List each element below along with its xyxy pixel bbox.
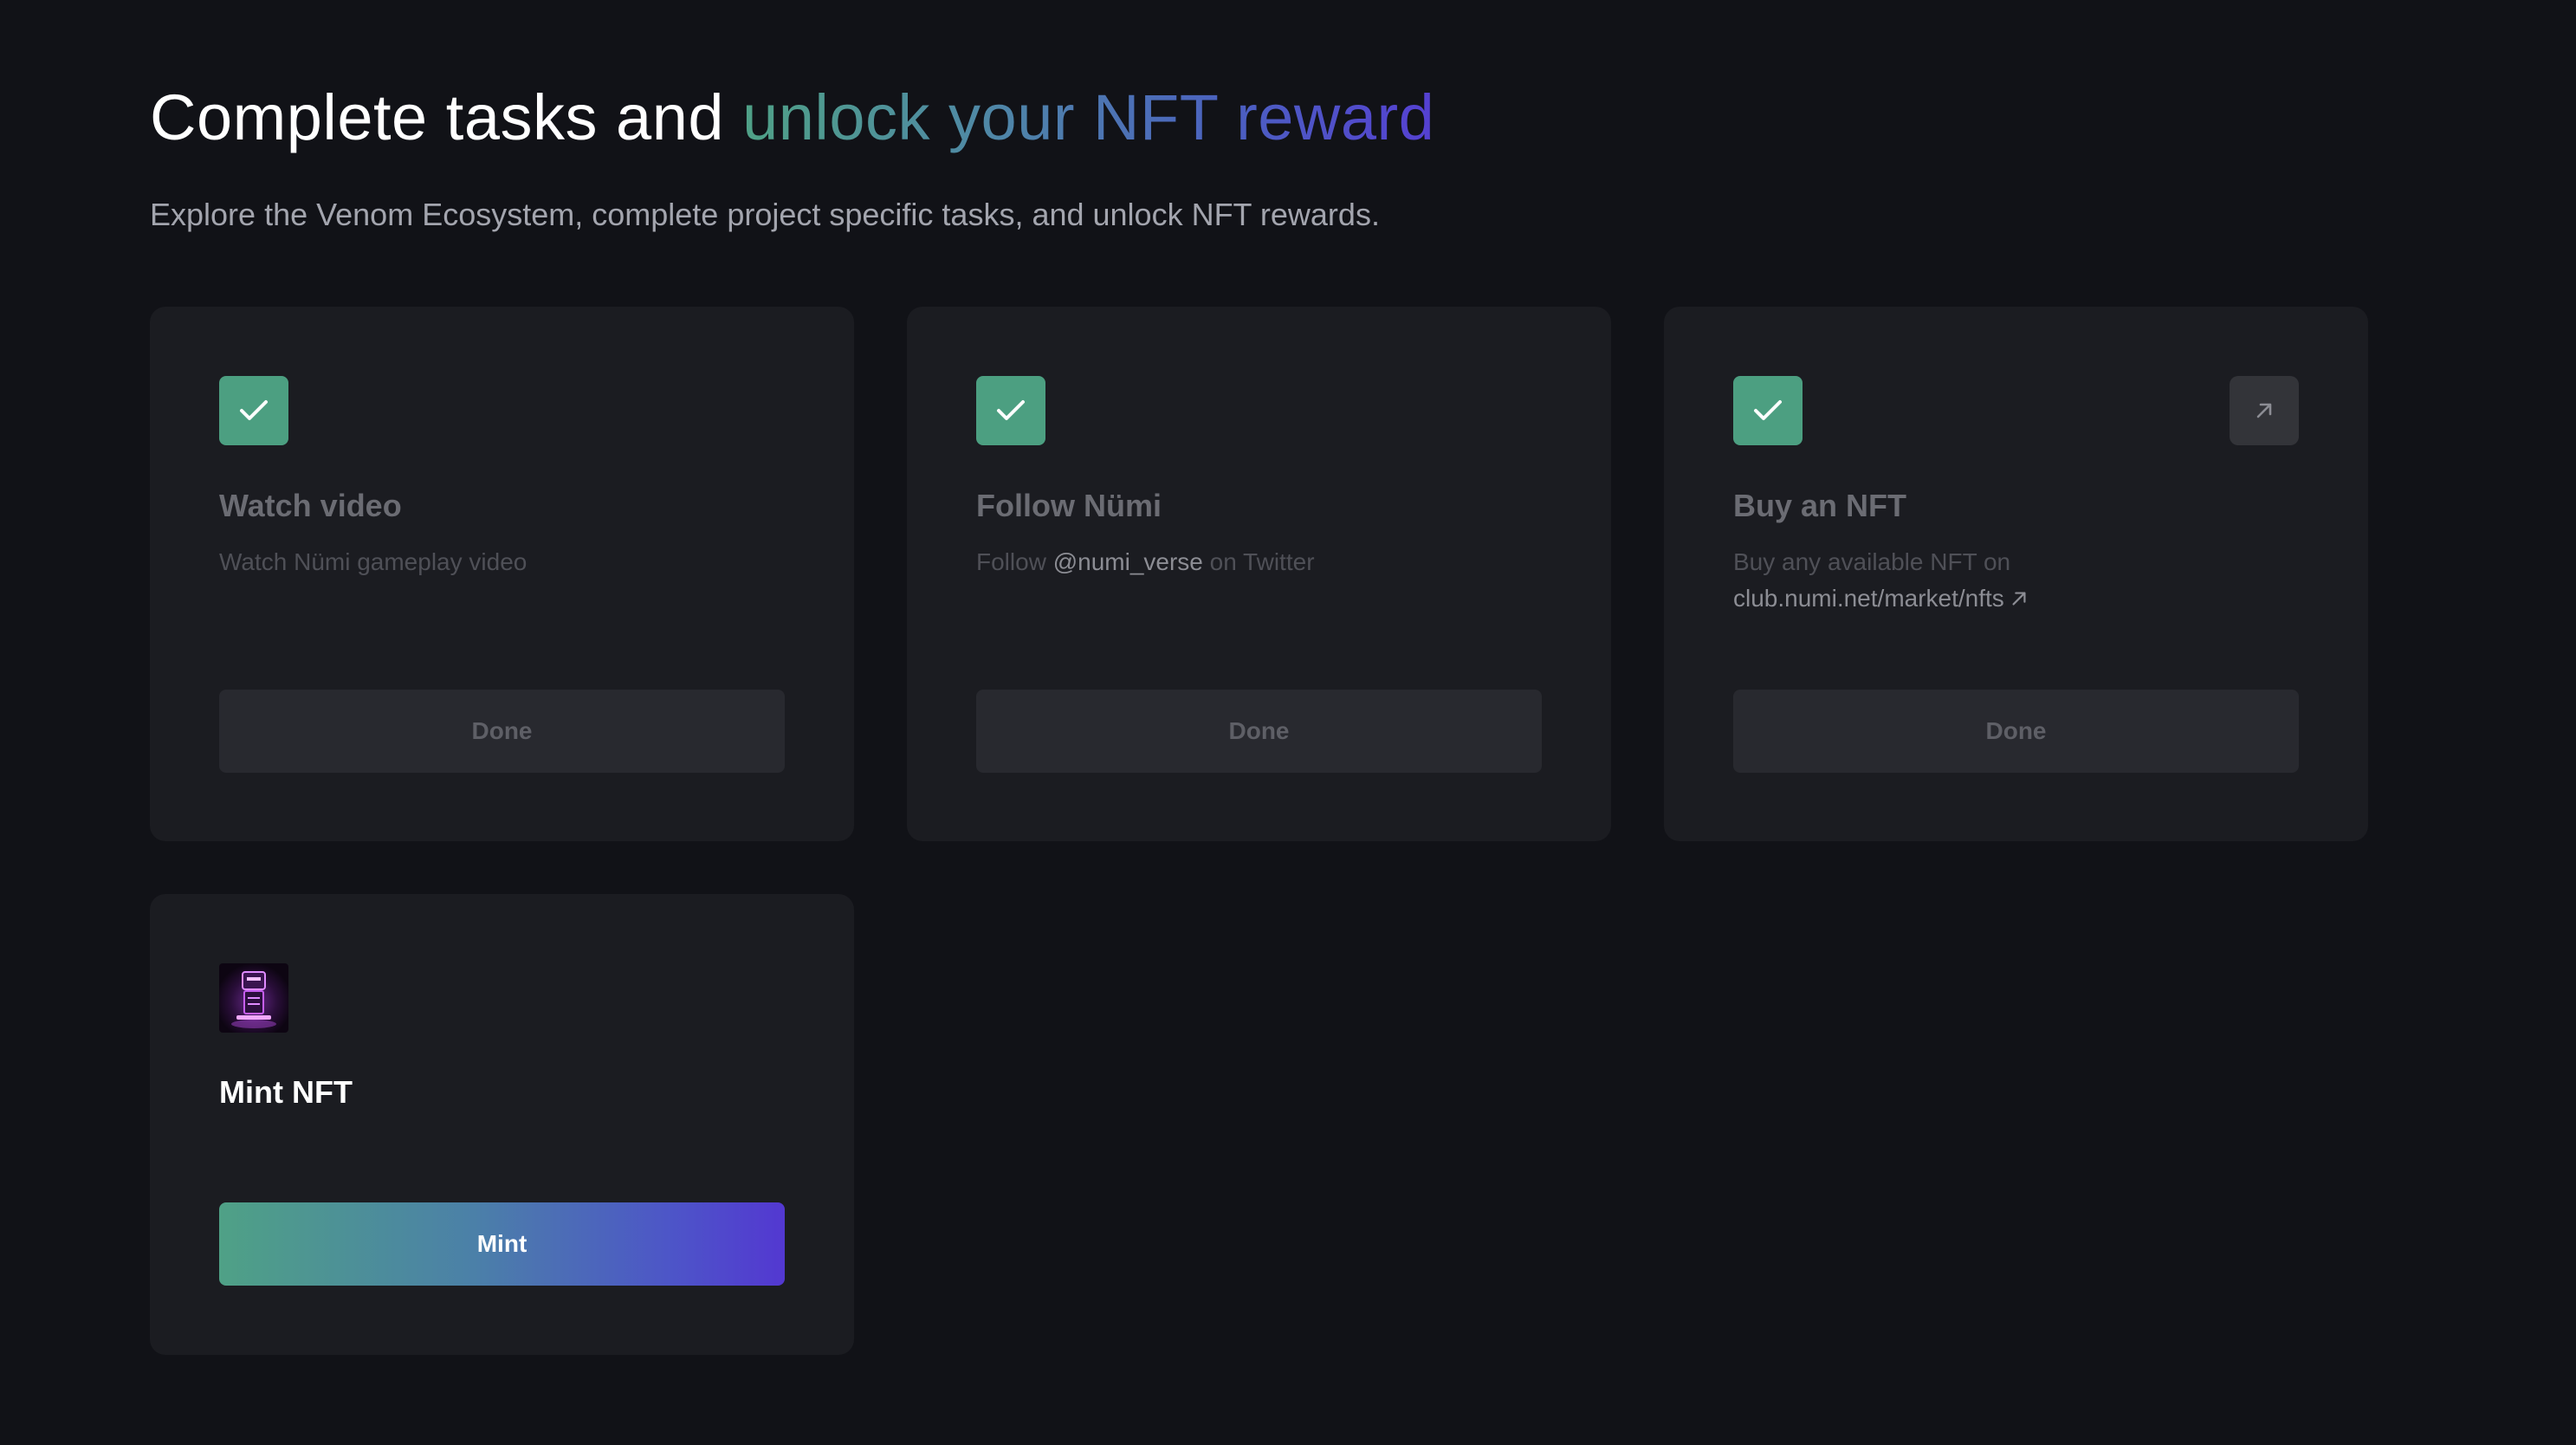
task-card-watch-video: Watch video Watch Nümi gameplay video Do… bbox=[150, 307, 854, 841]
mint-card: Mint NFT Mint bbox=[150, 894, 854, 1355]
task-description-line: Buy any available NFT on bbox=[1733, 548, 2011, 575]
page: Complete tasks and unlock your NFT rewar… bbox=[0, 0, 2576, 1445]
task-title: Buy an NFT bbox=[1733, 488, 1907, 523]
mint-button[interactable]: Mint bbox=[219, 1202, 785, 1286]
task-description: Buy any available NFT on club.numi.net/m… bbox=[1733, 544, 2029, 617]
task-description: Follow @numi_verse on Twitter bbox=[976, 544, 1315, 580]
market-link-text: club.numi.net/market/nfts bbox=[1733, 585, 2004, 612]
page-title: Complete tasks and unlock your NFT rewar… bbox=[150, 76, 1434, 159]
done-button[interactable]: Done bbox=[1733, 690, 2299, 773]
page-title-plain: Complete tasks and bbox=[150, 81, 725, 153]
page-title-highlight: unlock your NFT reward bbox=[742, 81, 1435, 153]
task-title: Follow Nümi bbox=[976, 488, 1162, 523]
done-button[interactable]: Done bbox=[219, 690, 785, 773]
page-subtitle: Explore the Venom Ecosystem, complete pr… bbox=[150, 197, 1380, 232]
task-card-follow: Follow Nümi Follow @numi_verse on Twitte… bbox=[907, 307, 1611, 841]
external-link-icon[interactable] bbox=[2230, 376, 2299, 445]
task-card-buy-nft: Buy an NFT Buy any available NFT on club… bbox=[1664, 307, 2368, 841]
task-title: Watch video bbox=[219, 488, 402, 523]
check-icon bbox=[976, 376, 1045, 445]
check-icon bbox=[219, 376, 288, 445]
task-description: Watch Nümi gameplay video bbox=[219, 548, 527, 575]
market-link[interactable]: club.numi.net/market/nfts bbox=[1733, 580, 2029, 617]
twitter-handle-link[interactable]: @numi_verse bbox=[1053, 548, 1203, 575]
arrow-up-right-icon bbox=[2012, 592, 2026, 606]
mint-title: Mint NFT bbox=[219, 1074, 353, 1110]
task-description-suffix: on Twitter bbox=[1209, 548, 1315, 575]
nft-thumbnail bbox=[219, 963, 288, 1033]
task-description-prefix: Follow bbox=[976, 548, 1046, 575]
check-icon bbox=[1733, 376, 1803, 445]
done-button[interactable]: Done bbox=[976, 690, 1542, 773]
